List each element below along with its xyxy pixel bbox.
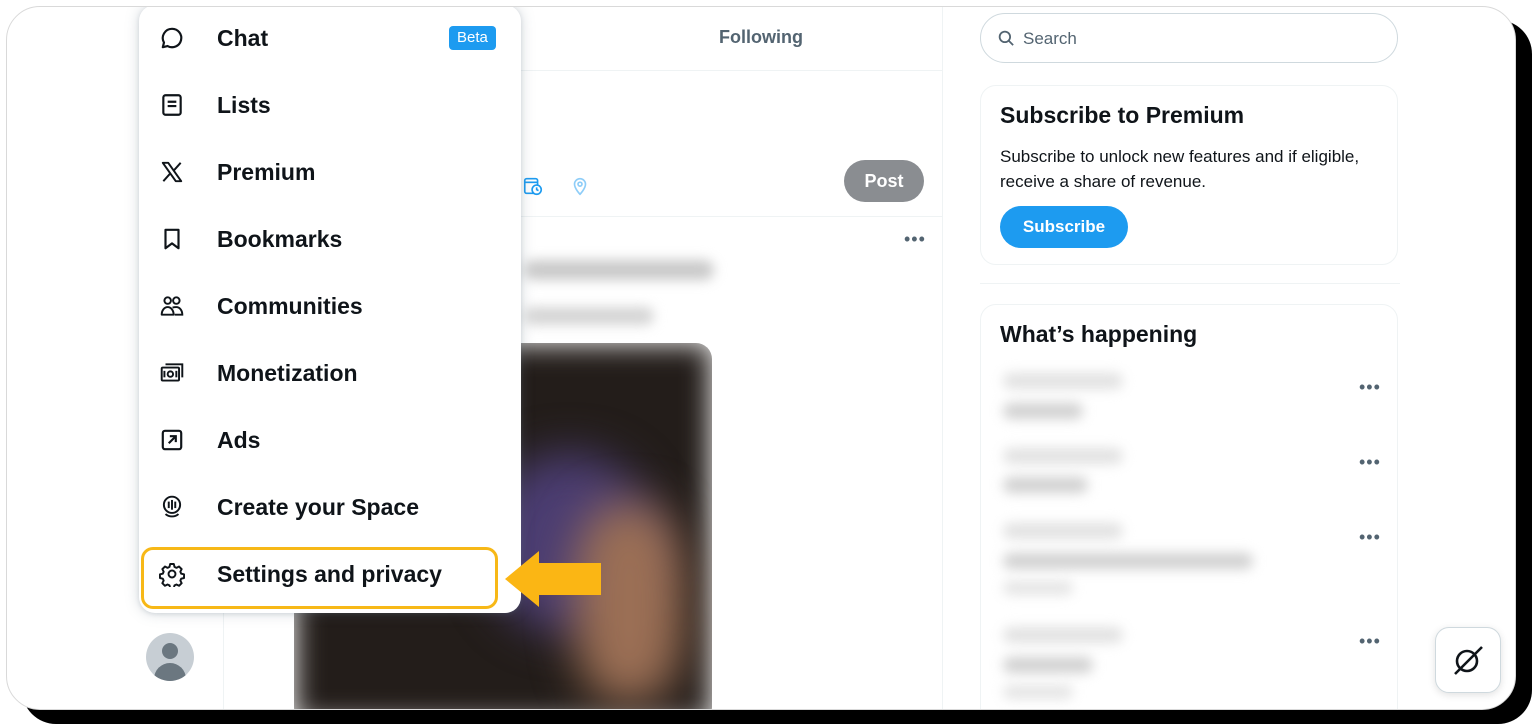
lists-icon xyxy=(162,94,182,116)
location-icon[interactable] xyxy=(569,175,591,197)
trend-meta-blur xyxy=(1003,523,1123,539)
tab-following[interactable]: Following xyxy=(719,27,803,48)
trend-more-icon[interactable]: ••• xyxy=(1359,527,1381,548)
monetization-icon xyxy=(160,363,184,382)
trend-meta-blur xyxy=(1003,448,1123,464)
communities-icon xyxy=(160,296,184,316)
menu-item-lists[interactable]: Lists xyxy=(139,72,521,138)
menu-item-label: Chat xyxy=(217,25,269,51)
menu-item-chat[interactable]: Chat Beta xyxy=(139,7,521,71)
menu-item-create-space[interactable]: Create your Space xyxy=(139,474,521,540)
trend-count-blur xyxy=(1003,685,1073,699)
trend-more-icon[interactable]: ••• xyxy=(1359,631,1381,652)
search-input[interactable] xyxy=(1021,22,1385,56)
beta-badge: Beta xyxy=(449,26,496,50)
menu-item-premium[interactable]: Premium xyxy=(139,139,521,205)
menu-item-label: Ads xyxy=(217,427,261,453)
trend-title-blur xyxy=(1003,553,1253,569)
trend-title-blur xyxy=(1003,403,1083,419)
more-menu: Chat Beta Lists Premium Bookmarks Commun… xyxy=(139,7,521,613)
post-button[interactable]: Post xyxy=(844,160,924,202)
trend-more-icon[interactable]: ••• xyxy=(1359,452,1381,473)
blurred-tweet-header xyxy=(524,260,714,280)
trend-meta-blur xyxy=(1003,627,1123,643)
menu-item-label: Lists xyxy=(217,92,271,118)
menu-item-label: Premium xyxy=(217,159,316,185)
menu-item-label: Settings and privacy xyxy=(217,561,442,587)
premium-card: Subscribe to Premium Subscribe to unlock… xyxy=(980,85,1398,265)
menu-item-ads[interactable]: Ads xyxy=(139,407,521,473)
menu-item-label: Create your Space xyxy=(217,494,419,520)
schedule-icon[interactable] xyxy=(522,175,544,197)
premium-description: Subscribe to unlock new features and if … xyxy=(1000,147,1360,191)
menu-item-settings-privacy[interactable]: Settings and privacy xyxy=(139,541,521,607)
app-window: Following Post ••• Search Subscribe to P… xyxy=(6,6,1516,710)
menu-item-bookmarks[interactable]: Bookmarks xyxy=(139,206,521,272)
whats-happening-card: What’s happening ••• ••• ••• ••• xyxy=(980,304,1398,709)
gear-icon xyxy=(159,563,185,587)
premium-title: Subscribe to Premium xyxy=(1000,102,1245,128)
right-divider xyxy=(980,283,1400,284)
menu-item-monetization[interactable]: Monetization xyxy=(139,340,521,406)
grok-icon xyxy=(1454,646,1483,675)
trend-count-blur xyxy=(1003,581,1073,595)
tweet-more-icon[interactable]: ••• xyxy=(904,229,926,250)
subscribe-button[interactable]: Subscribe xyxy=(1000,206,1128,248)
trend-title-blur xyxy=(1003,477,1088,493)
menu-item-label: Bookmarks xyxy=(217,226,343,252)
menu-item-communities[interactable]: Communities xyxy=(139,273,521,339)
trend-more-icon[interactable]: ••• xyxy=(1359,377,1381,398)
search-box[interactable] xyxy=(980,13,1398,63)
search-icon xyxy=(998,30,1014,46)
blurred-tweet-text xyxy=(524,307,654,325)
whats-happening-title: What’s happening xyxy=(1000,321,1198,347)
grok-button[interactable] xyxy=(1435,627,1501,693)
avatar-body xyxy=(154,663,186,681)
spaces-icon xyxy=(162,495,182,518)
menu-item-label: Communities xyxy=(217,293,363,319)
trend-meta-blur xyxy=(1003,373,1123,389)
account-avatar[interactable] xyxy=(146,633,194,681)
chat-bubble-icon xyxy=(161,27,183,49)
bookmark-icon xyxy=(164,228,180,250)
x-logo-icon xyxy=(161,161,183,183)
ads-icon xyxy=(161,429,183,451)
avatar-head xyxy=(162,643,178,659)
menu-item-label: Monetization xyxy=(217,360,358,386)
trend-title-blur xyxy=(1003,657,1093,673)
pointer-arrow-icon xyxy=(505,551,601,607)
timeline-border xyxy=(942,7,943,709)
